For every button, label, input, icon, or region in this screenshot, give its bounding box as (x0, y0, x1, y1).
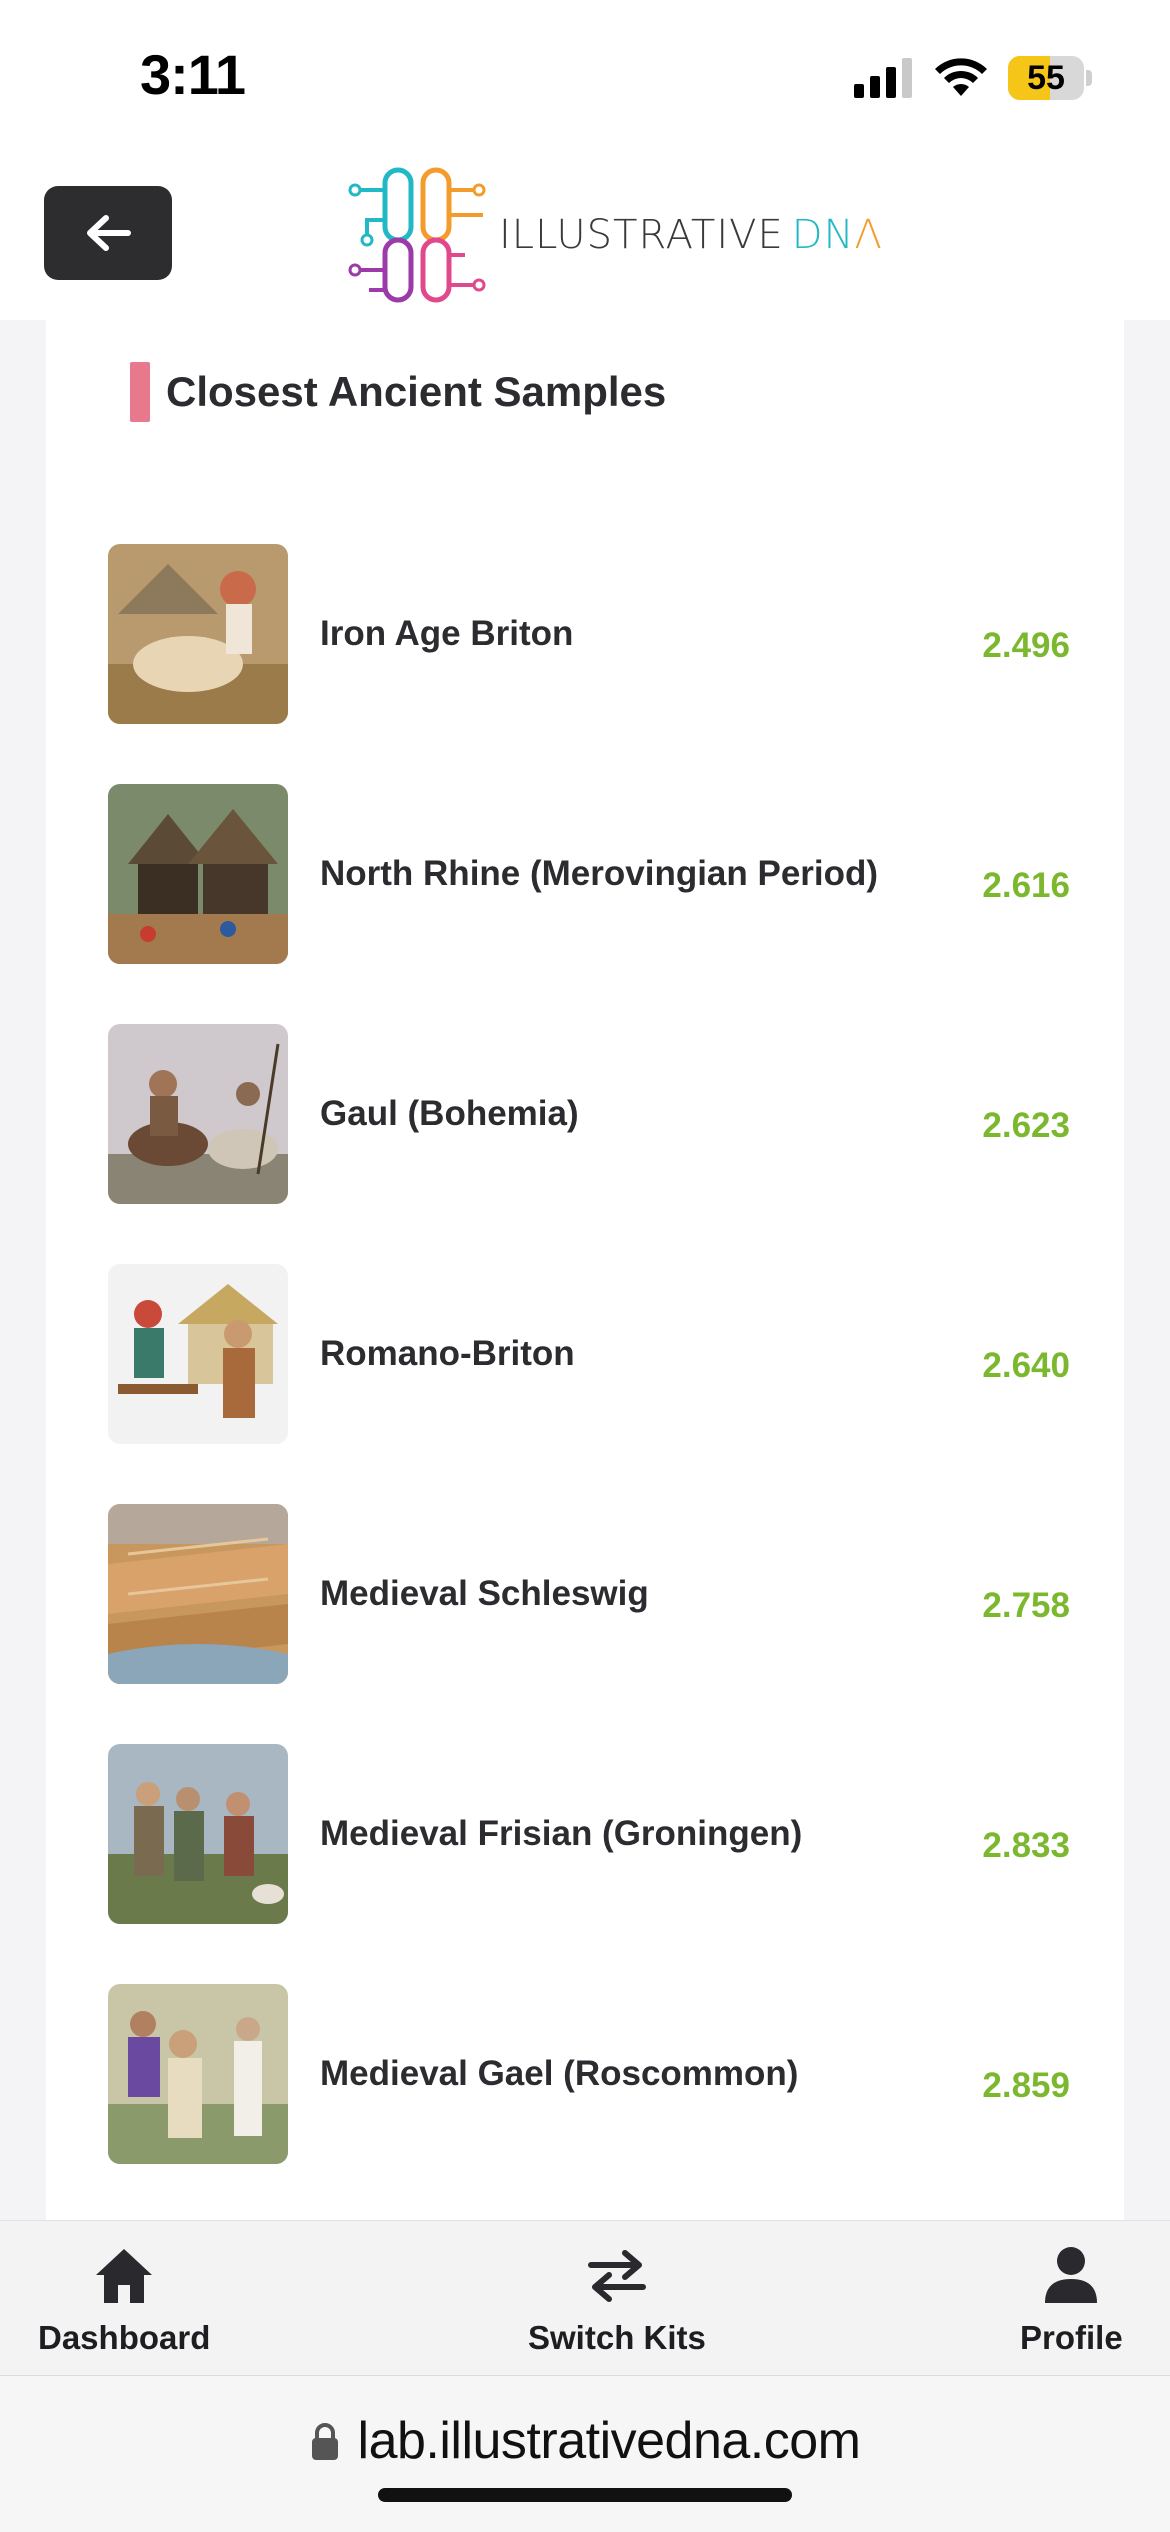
sample-row[interactable]: Medieval Frisian (Groningen) 2.833 (108, 1744, 1070, 1924)
nav-profile[interactable]: Profile (1020, 2221, 1123, 2377)
nav-dashboard-label: Dashboard (38, 2319, 211, 2356)
sample-thumbnail (108, 1264, 288, 1444)
person-icon (1045, 2247, 1098, 2303)
sample-row[interactable]: Medieval Schleswig 2.758 (108, 1504, 1070, 1684)
sample-row[interactable]: Romano-Briton 2.640 (108, 1264, 1070, 1444)
section-header: Closest Ancient Samples (130, 362, 666, 422)
browser-address-bar: lab.illustrativedna.com (0, 2376, 1170, 2532)
lock-icon (311, 2423, 338, 2460)
status-time: 3:11 (140, 43, 246, 106)
sample-row[interactable]: North Rhine (Merovingian Period) 2.616 (108, 784, 1070, 964)
home-icon (96, 2249, 153, 2303)
url-field[interactable]: lab.illustrativedna.com (0, 2406, 1170, 2476)
arrow-left-icon (87, 215, 131, 251)
illustrative-dna-logo[interactable]: ILLUSTRATIVE DNΛ (345, 160, 883, 310)
sample-thumbnail (108, 1504, 288, 1684)
sample-row[interactable]: Medieval Gael (Roscommon) 2.859 (108, 1984, 1070, 2164)
sample-name: North Rhine (Merovingian Period) (320, 854, 879, 893)
sample-name: Medieval Schleswig (320, 1574, 649, 1613)
app-header: ILLUSTRATIVE DNΛ (0, 150, 1170, 320)
sample-score: 2.623 (982, 1106, 1070, 1145)
sample-name: Iron Age Briton (320, 614, 574, 653)
sample-thumbnail (108, 1024, 288, 1204)
sample-score: 2.496 (982, 626, 1070, 665)
sample-name: Gaul (Bohemia) (320, 1094, 579, 1133)
url-text: lab.illustrativedna.com (357, 2412, 861, 2470)
battery-indicator: 55 (1008, 56, 1092, 100)
title-accent-bar (130, 362, 150, 422)
sample-row[interactable]: Iron Age Briton 2.496 (108, 544, 1070, 724)
sample-score: 2.833 (982, 1826, 1070, 1865)
swap-arrows-icon (587, 2250, 646, 2302)
home-indicator[interactable] (378, 2488, 792, 2502)
bottom-nav: Dashboard Switch Kits Profile (0, 2220, 1170, 2376)
status-bar: 3:11 55 (0, 0, 1170, 150)
section-title: Closest Ancient Samples (166, 368, 667, 415)
sample-name: Medieval Frisian (Groningen) (320, 1814, 803, 1853)
page: 3:11 55 ILLUSTRATIVE DNΛ Closest Ancient… (0, 0, 1170, 2532)
sample-thumbnail (108, 1984, 288, 2164)
sample-row[interactable]: Gaul (Bohemia) 2.623 (108, 1024, 1070, 1204)
battery-level: 55 (1027, 59, 1065, 97)
logo-text: ILLUSTRATIVE DNΛ (499, 212, 883, 258)
nav-switch-kits-label: Switch Kits (528, 2319, 706, 2356)
sample-thumbnail (108, 1744, 288, 1924)
sample-score: 2.859 (982, 2066, 1070, 2105)
nav-profile-label: Profile (1020, 2319, 1123, 2356)
nav-dashboard[interactable]: Dashboard (38, 2221, 210, 2377)
signal-icon (854, 58, 912, 98)
sample-score: 2.616 (982, 866, 1070, 905)
sample-score: 2.758 (982, 1586, 1070, 1625)
sample-thumbnail (108, 544, 288, 724)
wifi-icon (935, 58, 987, 96)
sample-name: Medieval Gael (Roscommon) (320, 2054, 799, 2093)
nav-switch-kits[interactable]: Switch Kits (528, 2221, 706, 2377)
logo-mark-icon (348, 167, 486, 303)
sample-thumbnail (108, 784, 288, 964)
sample-name: Romano-Briton (320, 1334, 575, 1373)
ancient-samples-card: Closest Ancient Samples Iron Age Briton … (46, 320, 1124, 2220)
sample-score: 2.640 (982, 1346, 1070, 1385)
back-button[interactable] (44, 186, 172, 280)
